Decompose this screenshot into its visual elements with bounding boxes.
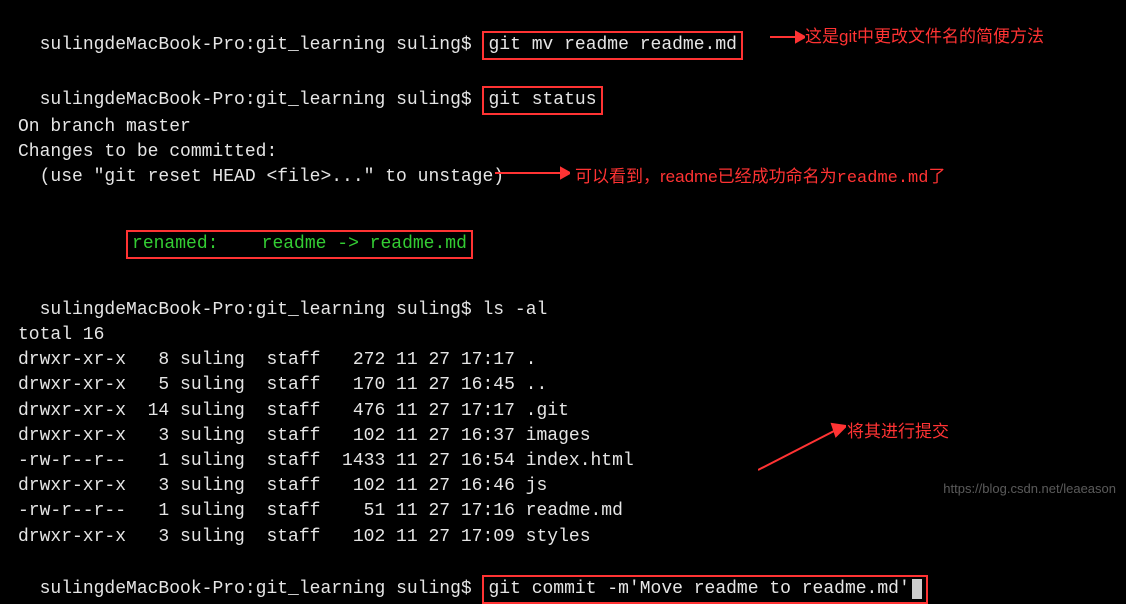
ls-row: drwxr-xr-x 3 suling staff 102 11 27 16:3…: [18, 424, 1126, 449]
annotation-2: 可以看到，readme已经成功命名为readme.md了: [575, 165, 945, 191]
status-branch: On branch master: [18, 115, 1126, 140]
annotation-3: 将其进行提交: [847, 420, 949, 444]
arrow-right-icon: [495, 166, 570, 180]
ls-row: drwxr-xr-x 5 suling staff 170 11 27 16:4…: [18, 373, 1126, 398]
status-changes: Changes to be committed:: [18, 140, 1126, 165]
highlight-box-cmd4: git commit -m'Move readme to readme.md': [482, 575, 927, 604]
ls-row: drwxr-xr-x 8 suling staff 272 11 27 17:1…: [18, 348, 1126, 373]
command-ls: ls -al: [482, 300, 547, 320]
highlight-box-cmd1: git mv readme readme.md: [482, 31, 742, 60]
terminal-line: sulingdeMacBook-Pro:git_learning suling$…: [18, 273, 1126, 323]
arrow-up-right-icon: [758, 422, 846, 472]
prompt: sulingdeMacBook-Pro:git_learning suling$: [40, 35, 483, 55]
highlight-box-cmd2: git status: [482, 86, 602, 115]
arrow-right-icon: [770, 30, 805, 44]
terminal-line: sulingdeMacBook-Pro:git_learning suling$…: [18, 550, 1126, 604]
annotation-1: 这是git中更改文件名的简便方法: [805, 25, 1044, 49]
status-hint: (use "git reset HEAD <file>..." to unsta…: [18, 165, 1126, 190]
prompt: sulingdeMacBook-Pro:git_learning suling$: [40, 300, 483, 320]
ls-row: -rw-r--r-- 1 suling staff 1433 11 27 16:…: [18, 449, 1126, 474]
prompt: sulingdeMacBook-Pro:git_learning suling$: [40, 90, 483, 110]
watermark: https://blog.csdn.net/leaeason: [943, 480, 1116, 498]
highlight-box-renamed: renamed: readme -> readme.md: [126, 230, 473, 259]
ls-total: total 16: [18, 323, 1126, 348]
terminal-line: renamed: readme -> readme.md: [18, 204, 1126, 258]
prompt: sulingdeMacBook-Pro:git_learning suling$: [40, 579, 483, 599]
ls-row: drwxr-xr-x 3 suling staff 102 11 27 17:0…: [18, 525, 1126, 550]
ls-row: -rw-r--r-- 1 suling staff 51 11 27 17:16…: [18, 499, 1126, 524]
renamed-value: readme -> readme.md: [262, 234, 467, 254]
cursor-icon: [912, 579, 922, 599]
renamed-label: renamed:: [132, 234, 262, 254]
ls-row: drwxr-xr-x 14 suling staff 476 11 27 17:…: [18, 399, 1126, 424]
terminal-line: sulingdeMacBook-Pro:git_learning suling$…: [18, 60, 1126, 114]
